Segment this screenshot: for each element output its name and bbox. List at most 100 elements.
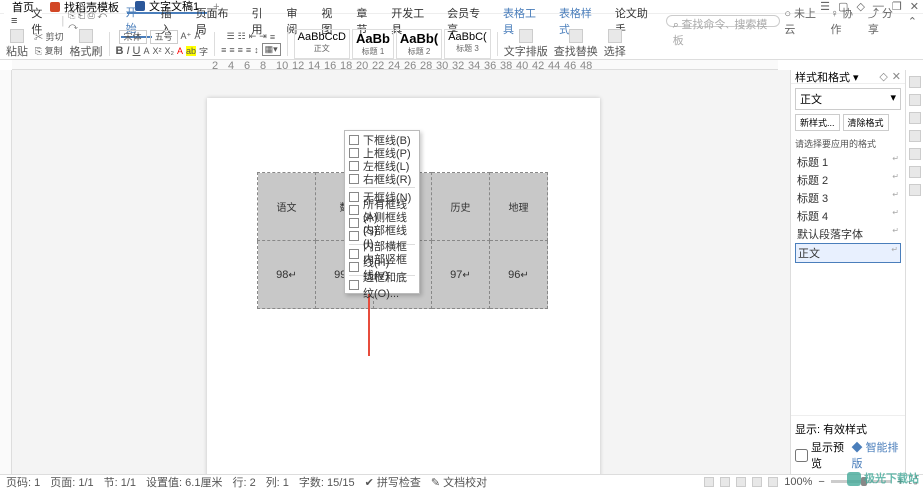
border-menu-item[interactable]: 边框和底纹(O)...: [345, 278, 419, 291]
status-spell[interactable]: ✔ 拼写检查: [365, 474, 421, 490]
style-list-item[interactable]: 标题 3↵: [795, 189, 901, 207]
align-center-button[interactable]: ≡: [229, 45, 234, 55]
panel-close-icon[interactable]: ✕: [892, 70, 901, 83]
current-style-select[interactable]: 正文▾: [795, 88, 901, 110]
table-cell[interactable]: 97↵: [432, 241, 490, 309]
status-words[interactable]: 字数: 15/15: [299, 474, 355, 490]
align-button[interactable]: ≡: [270, 32, 275, 42]
bold-button[interactable]: B: [116, 45, 124, 57]
style-list-item[interactable]: 标题 2↵: [795, 171, 901, 189]
border-type-icon: [349, 192, 359, 202]
horizontal-ruler[interactable]: 2468101214161820222426283032343638404244…: [12, 60, 778, 70]
preview-checkbox[interactable]: [795, 449, 808, 462]
paste-icon: [10, 29, 24, 43]
status-pos[interactable]: 设置值: 6.1厘米: [146, 474, 222, 490]
document-area[interactable]: 语文 数 历史 地理 98↵ 99↵ 100↵ 97↵ 96↵ 下框线(B)上框…: [12, 70, 790, 474]
strip-icon-2[interactable]: [909, 94, 921, 106]
align-right-button[interactable]: ≡: [238, 45, 243, 55]
cloud-status[interactable]: ○ 未上云: [784, 5, 824, 37]
font-name-select[interactable]: 宋体: [119, 30, 147, 44]
clear-format-button[interactable]: 清除格式: [843, 114, 889, 131]
style-normal[interactable]: AaBbCcD正文: [294, 29, 350, 59]
search-box[interactable]: ⌕ 查找命令、搜索模板: [666, 15, 781, 27]
main-area: 语文 数 历史 地理 98↵ 99↵ 100↵ 97↵ 96↵ 下框线(B)上框…: [0, 70, 923, 474]
view-mode-2-icon[interactable]: [720, 477, 730, 487]
collab-button[interactable]: ♀ 协作: [831, 5, 862, 37]
strip-icon-4[interactable]: [909, 130, 921, 142]
text-tools-button[interactable]: 文字排版: [504, 29, 548, 59]
align-justify-button[interactable]: ≡: [246, 45, 251, 55]
italic-button[interactable]: I: [126, 45, 129, 57]
super-button[interactable]: X²: [153, 46, 162, 56]
char-border-button[interactable]: 字: [199, 45, 208, 58]
style-h3[interactable]: AaBbC(标题 3: [444, 29, 491, 59]
strike-button[interactable]: A: [144, 46, 150, 56]
line-spacing-button[interactable]: ↕: [254, 45, 259, 55]
show-value[interactable]: 有效样式: [823, 421, 867, 437]
underline-button[interactable]: U: [133, 45, 141, 57]
view-mode-4-icon[interactable]: [752, 477, 762, 487]
view-mode-5-icon[interactable]: [768, 477, 778, 487]
border-type-icon: [349, 161, 359, 171]
menu-hamburger-icon[interactable]: ≡: [6, 15, 22, 27]
style-h1[interactable]: AaBb标题 1: [352, 29, 394, 59]
style-h2[interactable]: AaBb(标题 2: [396, 29, 442, 59]
table-cell[interactable]: 96↵: [490, 241, 548, 309]
font-color-button[interactable]: A: [177, 46, 183, 56]
style-list-item[interactable]: 标题 1↵: [795, 153, 901, 171]
menubar: ≡ 文件 | ⎘ ⎗ ⎙ ↶ ↷ 开始 插入 页面布局 引用 审阅 视图 章节 …: [0, 14, 923, 28]
table-cell[interactable]: 历史: [432, 173, 490, 241]
border-menu-item[interactable]: 右框线(R): [345, 172, 419, 185]
select-button[interactable]: 选择: [604, 29, 626, 59]
strip-icon-6[interactable]: [909, 166, 921, 178]
panel-pin-icon[interactable]: ◇: [879, 70, 887, 83]
number-list-button[interactable]: ☷: [238, 31, 246, 42]
find-replace-button[interactable]: 查找替换: [554, 29, 598, 59]
status-doc-check[interactable]: ✎ 文档校对: [431, 474, 487, 490]
zoom-value[interactable]: 100%: [784, 476, 812, 488]
sub-button[interactable]: X₂: [165, 46, 175, 56]
search-icon: [569, 29, 583, 43]
share-button[interactable]: ⤴ 分享: [868, 5, 902, 37]
format-painter-button[interactable]: 格式刷: [70, 29, 103, 59]
status-col[interactable]: 列: 1: [266, 474, 289, 490]
table-cell[interactable]: 地理: [490, 173, 548, 241]
style-list-item[interactable]: 标题 4↵: [795, 207, 901, 225]
border-type-icon: [349, 148, 359, 158]
bullet-list-button[interactable]: ☰: [227, 31, 235, 42]
status-pages[interactable]: 页面: 1/1: [50, 474, 93, 490]
cut-button[interactable]: ✂ 剪切: [34, 30, 64, 43]
copy-button[interactable]: ⎘ 复制: [35, 44, 63, 57]
status-page[interactable]: 页码: 1: [6, 474, 40, 490]
strip-icon-7[interactable]: [909, 184, 921, 196]
new-style-button[interactable]: 新样式...: [795, 114, 840, 131]
strip-icon-3[interactable]: [909, 112, 921, 124]
view-mode-1-icon[interactable]: [704, 477, 714, 487]
menu-dropdown-icon[interactable]: ⌃: [908, 15, 917, 28]
indent-dec-button[interactable]: ⇤: [249, 31, 257, 42]
strip-icon-5[interactable]: [909, 148, 921, 160]
font-grow-icon[interactable]: A⁺: [181, 31, 192, 42]
table-cell[interactable]: 语文: [258, 173, 316, 241]
style-list-item[interactable]: 正文↵: [795, 243, 901, 263]
highlight-button[interactable]: ab: [186, 46, 196, 56]
paste-button[interactable]: 粘贴: [6, 29, 28, 59]
border-dropdown-button[interactable]: ▦▾: [262, 43, 281, 56]
zoom-out-button[interactable]: −: [818, 476, 824, 488]
smart-layout-link[interactable]: ◆ 智能排版: [852, 439, 902, 471]
view-mode-3-icon[interactable]: [736, 477, 746, 487]
status-line[interactable]: 行: 2: [232, 474, 255, 490]
border-type-icon: [349, 262, 359, 272]
strip-icon-1[interactable]: [909, 76, 921, 88]
font-size-select[interactable]: 五号: [150, 30, 178, 44]
style-list-item[interactable]: 默认段落字体↵: [795, 225, 901, 243]
vertical-ruler[interactable]: [0, 70, 12, 474]
font-shrink-icon[interactable]: A⁻: [194, 31, 205, 42]
indent-inc-button[interactable]: ⇥: [259, 31, 267, 42]
show-label: 显示:: [795, 421, 820, 437]
table-cell[interactable]: 98↵: [258, 241, 316, 309]
status-section[interactable]: 节: 1/1: [104, 474, 136, 490]
align-left-button[interactable]: ≡: [221, 45, 226, 55]
border-type-icon: [349, 231, 359, 241]
brush-icon: [79, 29, 93, 43]
